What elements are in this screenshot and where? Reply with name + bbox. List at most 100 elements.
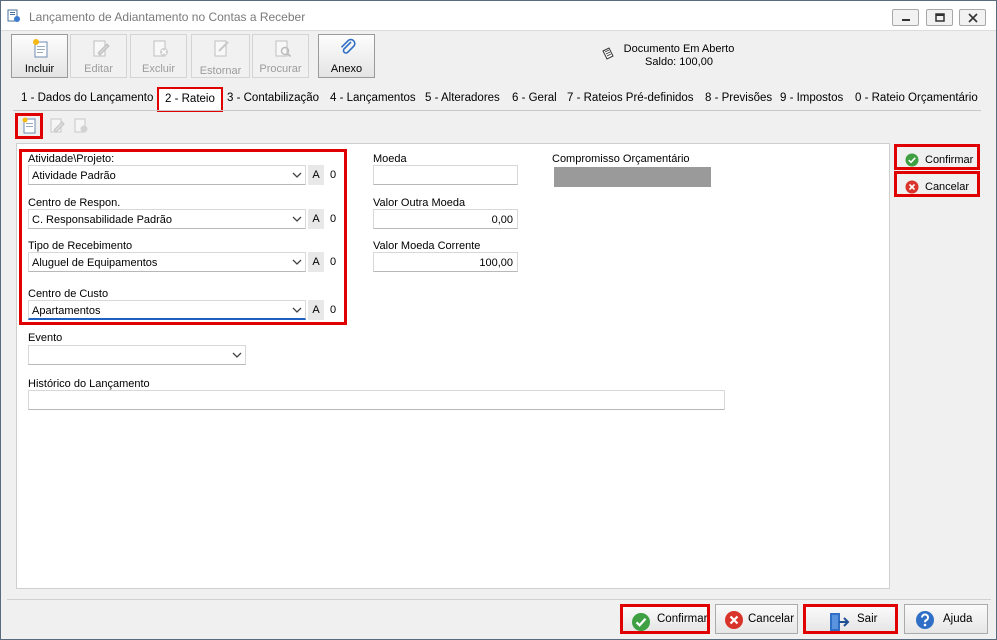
tipo-recebimento-value: Aluguel de Equipamentos bbox=[32, 257, 158, 269]
compromisso-input bbox=[554, 167, 711, 187]
side-cancelar-button[interactable]: Cancelar bbox=[894, 171, 980, 197]
incluir-label: Incluir bbox=[24, 63, 55, 75]
centro-custo-select[interactable]: Apartamentos bbox=[28, 300, 306, 320]
edit-icon bbox=[93, 40, 110, 57]
evento-select[interactable] bbox=[28, 345, 246, 365]
tipo-recebimento-label: Tipo de Recebimento bbox=[28, 240, 133, 252]
centro-respon-count: 0 bbox=[330, 213, 337, 225]
check-circle-icon bbox=[632, 613, 650, 631]
editar-button[interactable]: Editar bbox=[70, 34, 127, 78]
tab-dados-lancamento[interactable]: 1 - Dados do Lançamento bbox=[21, 92, 153, 104]
close-window-button[interactable] bbox=[959, 9, 986, 26]
valor-outra-moeda-input[interactable]: 0,00 bbox=[373, 209, 518, 229]
exit-door-icon bbox=[830, 613, 850, 631]
centro-custo-count: 0 bbox=[330, 304, 337, 316]
delete-icon bbox=[153, 40, 168, 57]
new-rateio-button[interactable] bbox=[18, 114, 40, 136]
estornar-button[interactable]: Estornar bbox=[191, 34, 250, 78]
atividade-select[interactable]: Atividade Padrão bbox=[28, 165, 306, 185]
excluir-label: Excluir bbox=[141, 63, 175, 75]
compromisso-label: Compromisso Orçamentário bbox=[552, 153, 690, 165]
tab-previsoes[interactable]: 8 - Previsões bbox=[705, 92, 772, 104]
valor-moeda-corrente-label: Valor Moeda Corrente bbox=[373, 240, 481, 252]
tab-lancamentos[interactable]: 4 - Lançamentos bbox=[330, 92, 416, 104]
title-bar: Lançamento de Adiantamento no Contas a R… bbox=[1, 1, 996, 31]
tab-rateio[interactable]: 2 - Rateio bbox=[157, 87, 223, 112]
rateio-panel: Atividade\Projeto: Atividade Padrão A 0 … bbox=[16, 143, 890, 589]
procurar-button[interactable]: Procurar bbox=[252, 34, 309, 78]
edit-rateio-button[interactable] bbox=[45, 114, 67, 136]
document-icon bbox=[602, 47, 614, 60]
atividade-a-badge[interactable]: A bbox=[308, 165, 324, 185]
side-actions: Confirmar Cancelar bbox=[894, 143, 984, 589]
estornar-label: Estornar bbox=[199, 65, 242, 77]
document-status: Documento Em Aberto Saldo: 100,00 bbox=[599, 43, 759, 69]
minimize-button[interactable] bbox=[892, 9, 919, 26]
confirmar-label: Confirmar bbox=[657, 613, 708, 625]
ajuda-button[interactable]: Ajuda bbox=[904, 604, 988, 634]
window-title: Lançamento de Adiantamento no Contas a R… bbox=[29, 10, 306, 24]
minimize-icon bbox=[902, 19, 910, 21]
status-line-2: Saldo: 100,00 bbox=[645, 56, 713, 68]
valor-outra-moeda-value: 0,00 bbox=[491, 214, 513, 226]
valor-moeda-corrente-value: 100,00 bbox=[479, 257, 513, 269]
atividade-count: 0 bbox=[330, 169, 337, 181]
tab-geral[interactable]: 6 - Geral bbox=[512, 92, 557, 104]
tipo-recebimento-a-badge[interactable]: A bbox=[308, 252, 324, 272]
centro-custo-a-badge[interactable]: A bbox=[308, 300, 324, 320]
side-cancelar-label: Cancelar bbox=[925, 181, 970, 193]
search-icon bbox=[275, 40, 292, 58]
cancel-circle-icon bbox=[905, 180, 919, 194]
centro-respon-a-badge[interactable]: A bbox=[308, 209, 324, 229]
ajuda-label: Ajuda bbox=[943, 613, 973, 625]
paperclip-icon bbox=[340, 38, 356, 54]
sair-button[interactable]: Sair bbox=[803, 604, 898, 634]
tab-divider bbox=[13, 110, 981, 111]
restore-icon bbox=[935, 13, 945, 22]
main-window: Lançamento de Adiantamento no Contas a R… bbox=[0, 0, 997, 640]
chevron-down-icon bbox=[292, 259, 302, 265]
atividade-label: Atividade\Projeto: bbox=[28, 153, 115, 165]
valor-moeda-corrente-input[interactable]: 100,00 bbox=[373, 252, 518, 272]
tab-contabilizacao[interactable]: 3 - Contabilização bbox=[227, 92, 319, 104]
chevron-down-icon bbox=[292, 216, 302, 222]
tab-strip: 1 - Dados do Lançamento 2 - Rateio 3 - C… bbox=[15, 87, 985, 112]
status-line-1: Documento Em Aberto bbox=[623, 43, 735, 55]
centro-respon-select[interactable]: C. Responsabilidade Padrão bbox=[28, 209, 306, 229]
centro-custo-value: Apartamentos bbox=[32, 305, 101, 317]
valor-outra-moeda-label: Valor Outra Moeda bbox=[373, 197, 466, 209]
moeda-label: Moeda bbox=[373, 153, 407, 165]
anexo-label: Anexo bbox=[330, 63, 363, 75]
tipo-recebimento-select[interactable]: Aluguel de Equipamentos bbox=[28, 252, 306, 272]
excluir-button[interactable]: Excluir bbox=[130, 34, 187, 78]
tab-impostos[interactable]: 9 - Impostos bbox=[780, 92, 843, 104]
side-confirmar-button[interactable]: Confirmar bbox=[894, 144, 980, 170]
tab-alteradores[interactable]: 5 - Alteradores bbox=[425, 92, 500, 104]
check-circle-icon bbox=[905, 153, 919, 167]
new-document-icon bbox=[33, 39, 48, 58]
help-icon bbox=[916, 611, 934, 629]
tab-rateios-predefinidos[interactable]: 7 - Rateios Pré-definidos bbox=[567, 92, 694, 104]
incluir-button[interactable]: Incluir bbox=[11, 34, 68, 78]
editar-label: Editar bbox=[84, 63, 113, 75]
tab-rateio-orcamentario[interactable]: 0 - Rateio Orçamentário bbox=[855, 92, 978, 104]
atividade-value: Atividade Padrão bbox=[32, 170, 116, 182]
bottom-divider bbox=[7, 599, 991, 600]
moeda-input[interactable] bbox=[373, 165, 518, 185]
close-icon bbox=[968, 13, 978, 23]
procurar-label: Procurar bbox=[259, 63, 302, 75]
confirmar-button[interactable]: Confirmar bbox=[620, 604, 710, 634]
anexo-button[interactable]: Anexo bbox=[318, 34, 375, 78]
cancelar-label: Cancelar bbox=[748, 613, 795, 625]
app-icon bbox=[7, 9, 20, 22]
historico-label: Histórico do Lançamento bbox=[28, 378, 150, 390]
centro-custo-label: Centro de Custo bbox=[28, 288, 109, 300]
restore-button[interactable] bbox=[926, 9, 953, 26]
delete-rateio-button[interactable] bbox=[69, 114, 91, 136]
centro-respon-label: Centro de Respon. bbox=[28, 197, 121, 209]
cancelar-button[interactable]: Cancelar bbox=[715, 604, 798, 634]
tipo-recebimento-count: 0 bbox=[330, 256, 337, 268]
chevron-down-icon bbox=[232, 352, 242, 358]
chevron-down-icon bbox=[292, 307, 302, 313]
historico-input[interactable] bbox=[28, 390, 725, 410]
